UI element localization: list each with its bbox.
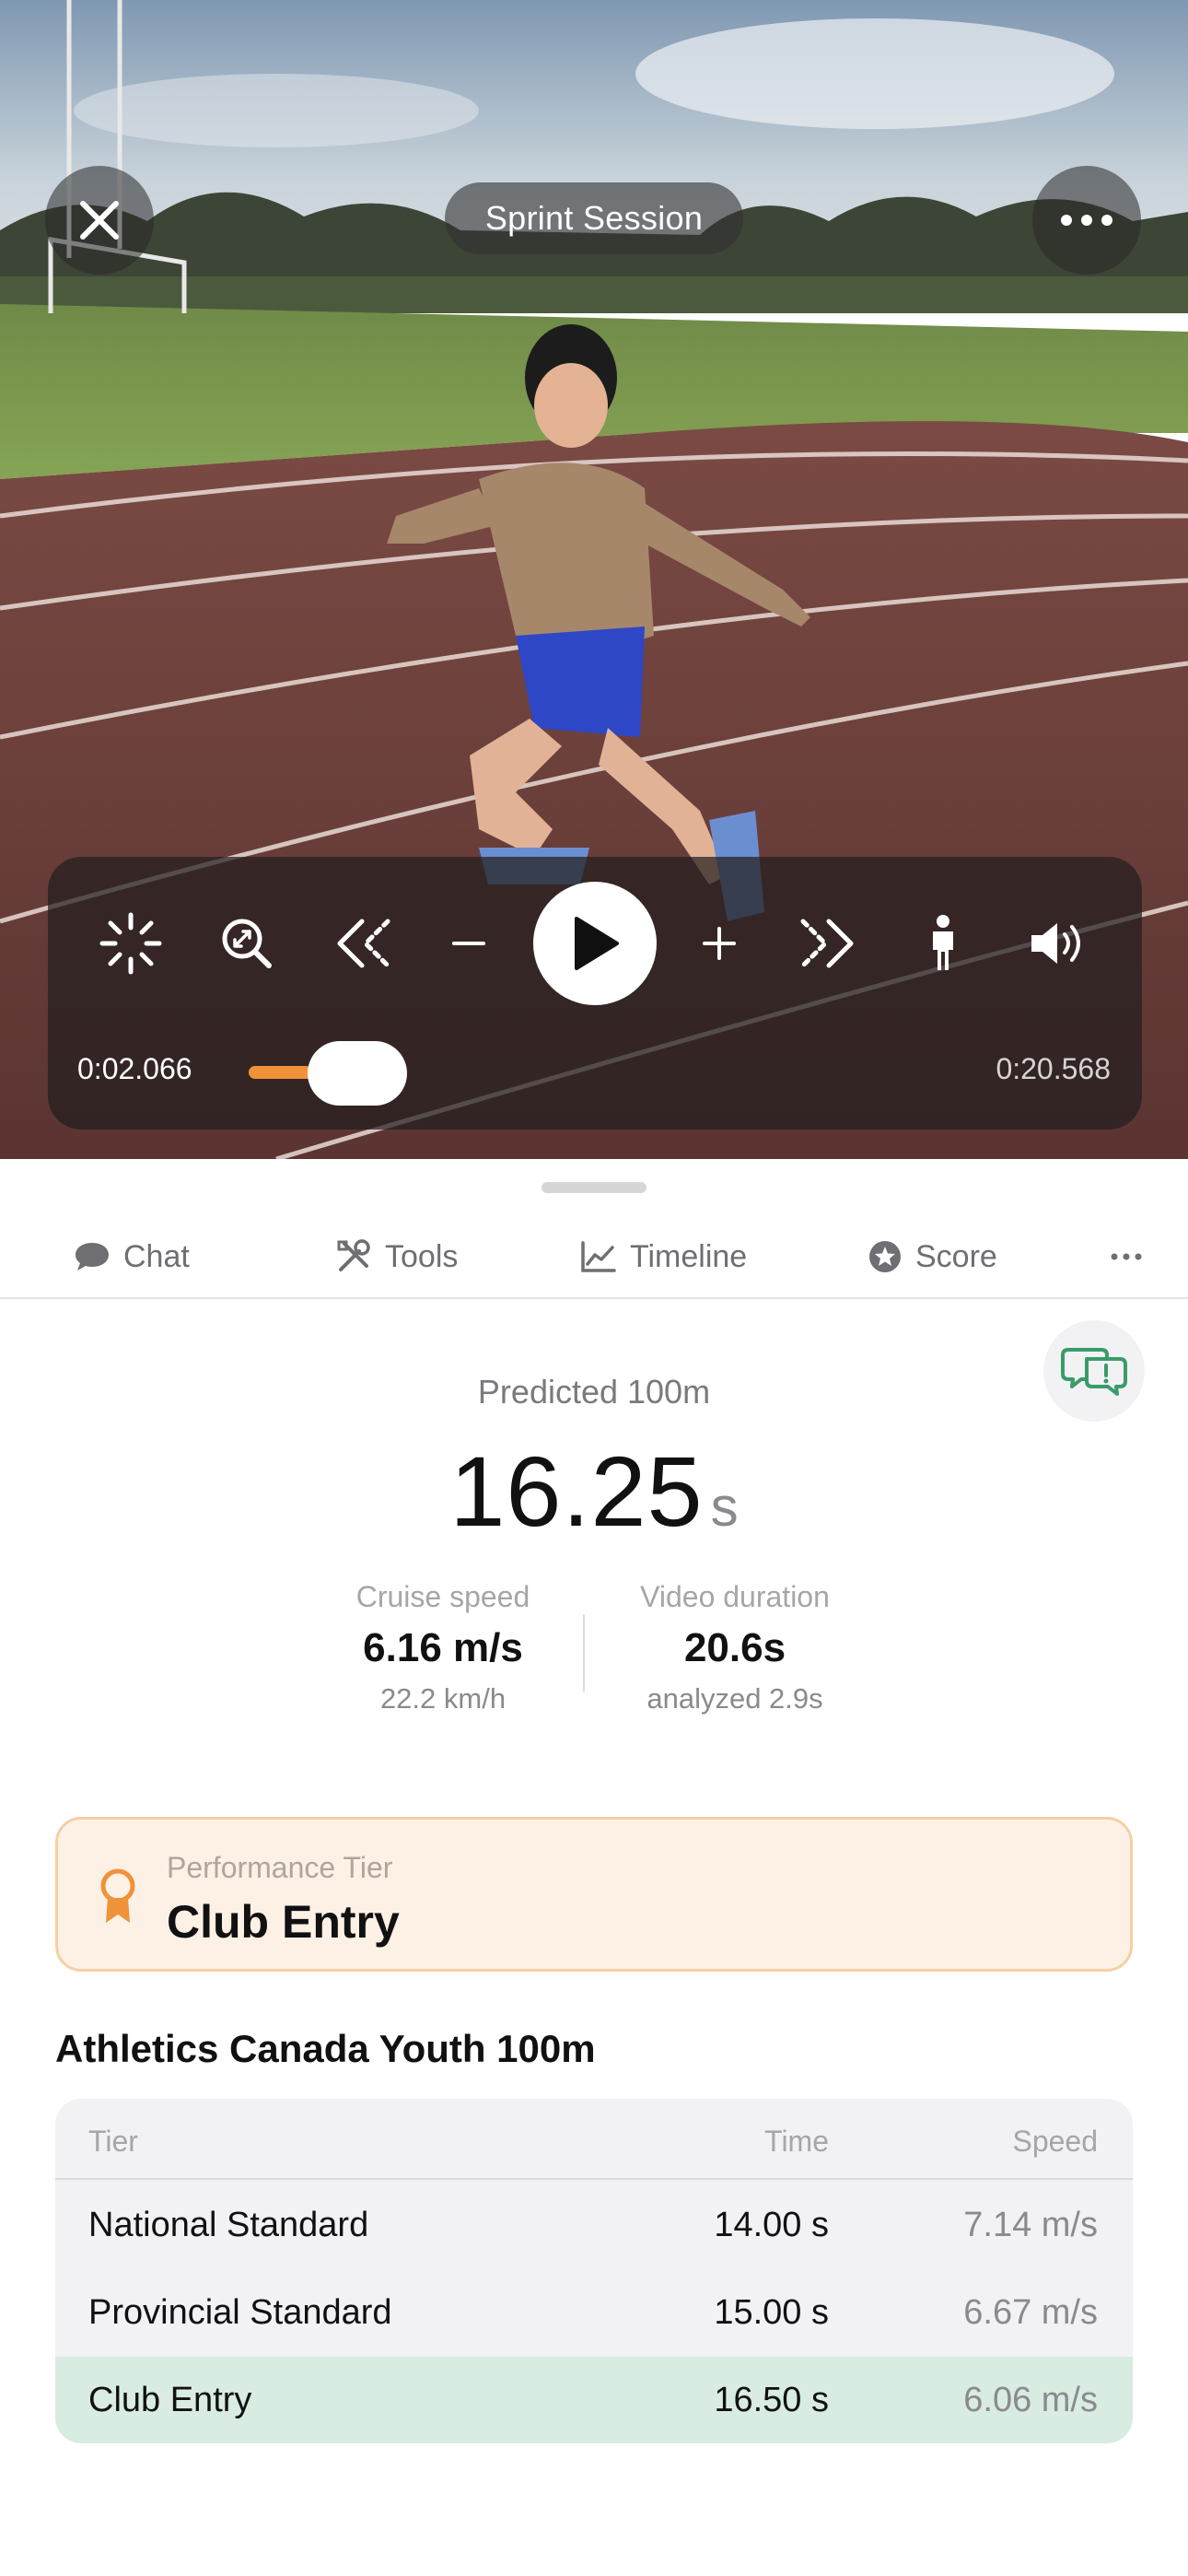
step-forward-button[interactable] xyxy=(696,888,742,999)
award-ribbon-icon xyxy=(100,1868,135,1923)
zoom-icon xyxy=(222,919,272,968)
prediction-unit: s xyxy=(710,1476,739,1538)
chart-line-icon xyxy=(581,1241,616,1272)
tab-chat-label: Chat xyxy=(123,1238,190,1274)
volume-button[interactable] xyxy=(1022,888,1092,999)
row-tier: Club Entry xyxy=(88,2381,252,2419)
header-time: Time xyxy=(764,2125,829,2158)
person-icon xyxy=(933,915,953,970)
scrubber-handle[interactable] xyxy=(308,1041,407,1106)
prediction-number: 16.25 xyxy=(449,1435,704,1547)
header-tier: Tier xyxy=(88,2125,138,2158)
plus-icon xyxy=(703,927,736,960)
current-time: 0:02.066 xyxy=(77,1052,192,1085)
forward-icon xyxy=(800,919,854,968)
sheet-grabber[interactable] xyxy=(542,1182,646,1193)
cruise-speed-stat: Cruise speed 6.16 m/s 22.2 km/h xyxy=(291,1580,595,1715)
row-time: 15.00 s xyxy=(714,2293,829,2332)
volume-icon xyxy=(1031,923,1080,964)
scrubber-track[interactable] xyxy=(313,1068,1087,1077)
ellipsis-icon xyxy=(1111,1253,1142,1260)
video-duration-stat: Video duration 20.6s analyzed 2.9s xyxy=(583,1580,887,1715)
chat-bubble-icon xyxy=(76,1243,109,1270)
tab-score[interactable]: Score xyxy=(868,1216,997,1297)
table-row-highlighted[interactable]: Club Entry 16.50 s 6.06 m/s xyxy=(55,2357,1133,2443)
fast-forward-button[interactable] xyxy=(792,888,862,999)
row-speed: 7.14 m/s xyxy=(963,2206,1098,2244)
rewind-button[interactable] xyxy=(329,888,399,999)
tab-more-button[interactable] xyxy=(1111,1216,1142,1297)
ellipsis-icon xyxy=(1061,215,1112,226)
video-duration-value: 20.6s xyxy=(683,1625,786,1670)
loading-spinner-button[interactable] xyxy=(96,888,166,999)
minus-icon xyxy=(452,942,485,945)
tier-value: Club Entry xyxy=(167,1896,400,1948)
performance-tier-card[interactable]: Performance Tier Club Entry xyxy=(55,1817,1133,1972)
row-speed: 6.06 m/s xyxy=(963,2381,1098,2419)
table-row[interactable]: National Standard 14.00 s 7.14 m/s xyxy=(55,2182,1133,2268)
cruise-speed-label: Cruise speed xyxy=(355,1580,530,1613)
row-time: 16.50 s xyxy=(714,2381,829,2419)
standards-table: Tier Time Speed National Standard 14.00 … xyxy=(55,2099,1133,2443)
play-button[interactable] xyxy=(533,882,657,1005)
tab-tools[interactable]: Tools xyxy=(335,1216,458,1297)
step-back-button[interactable] xyxy=(446,888,492,999)
tab-chat[interactable]: Chat xyxy=(74,1216,190,1297)
tab-bar: Chat Tools Timeline Score xyxy=(0,1216,1188,1299)
prediction-value: 16.25 s xyxy=(0,1434,1188,1549)
total-time: 0:20.568 xyxy=(996,1052,1111,1085)
close-button[interactable] xyxy=(45,166,154,275)
table-header: Tier Time Speed xyxy=(55,2099,1133,2180)
standards-title: Athletics Canada Youth 100m xyxy=(55,2027,596,2070)
row-tier: National Standard xyxy=(88,2206,369,2244)
video-duration-label: Video duration xyxy=(640,1580,830,1613)
tab-score-label: Score xyxy=(915,1238,997,1274)
video-player[interactable]: Sprint Session 0:02.066 0:20.568 xyxy=(0,0,1188,1159)
prediction-label: Predicted 100m xyxy=(477,1373,711,1411)
table-row[interactable]: Provincial Standard 15.00 s 6.67 m/s xyxy=(55,2269,1133,2356)
loading-spinner-icon xyxy=(99,912,162,975)
row-time: 14.00 s xyxy=(714,2206,829,2244)
row-speed: 6.67 m/s xyxy=(963,2293,1098,2332)
tools-icon xyxy=(337,1239,370,1271)
scrubber-progress xyxy=(249,1066,313,1079)
zoom-button[interactable] xyxy=(212,888,282,999)
star-badge-icon xyxy=(869,1241,901,1272)
close-icon xyxy=(80,201,119,240)
play-icon xyxy=(575,917,619,970)
playback-controls: 0:02.066 0:20.568 xyxy=(48,857,1142,1130)
video-duration-sub: analyzed 2.9s xyxy=(646,1682,823,1715)
cruise-speed-sub: 22.2 km/h xyxy=(379,1682,507,1715)
tab-tools-label: Tools xyxy=(385,1238,459,1274)
rewind-icon xyxy=(337,919,390,968)
row-tier: Provincial Standard xyxy=(88,2293,392,2332)
tab-timeline-label: Timeline xyxy=(630,1238,748,1274)
header-speed: Speed xyxy=(1012,2125,1098,2158)
session-title[interactable]: Sprint Session xyxy=(445,182,743,254)
pose-button[interactable] xyxy=(908,888,978,999)
tier-label: Performance Tier xyxy=(167,1851,393,1884)
more-options-button[interactable] xyxy=(1032,166,1141,275)
cruise-speed-value: 6.16 m/s xyxy=(363,1625,523,1670)
tab-timeline[interactable]: Timeline xyxy=(580,1216,747,1297)
